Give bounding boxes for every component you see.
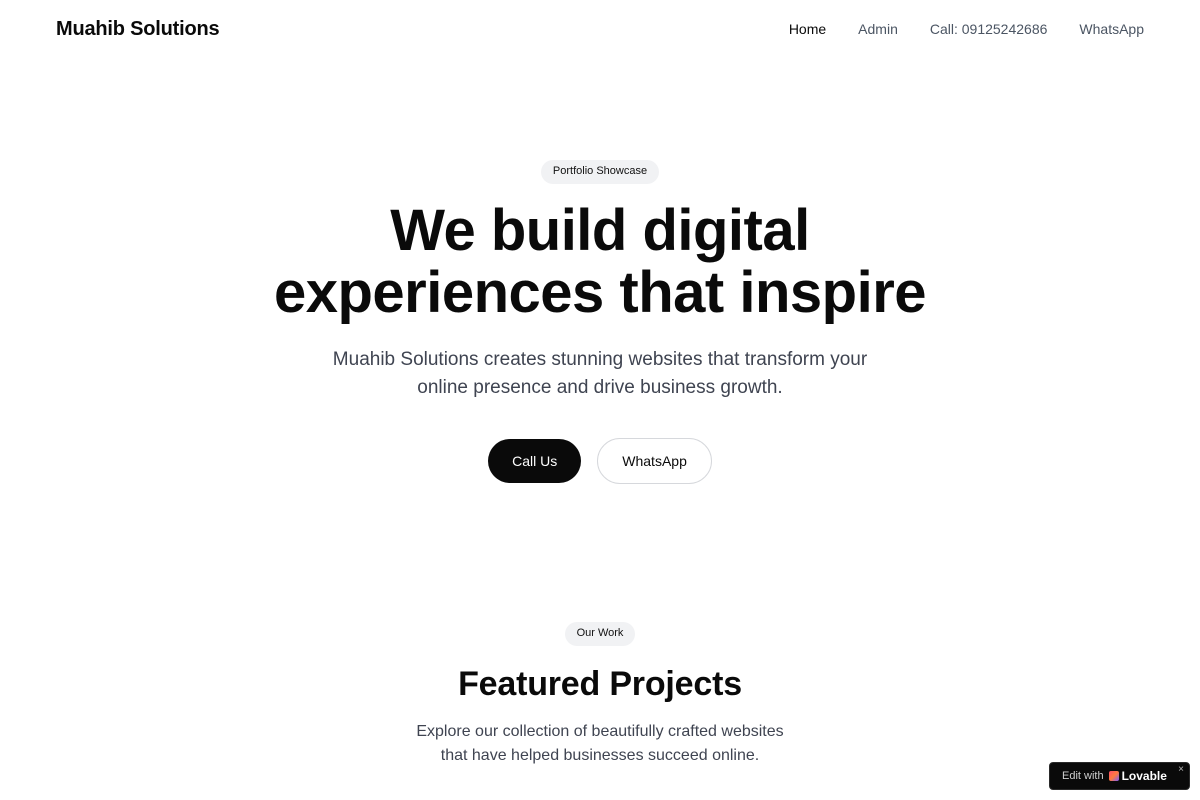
brand-logo-text[interactable]: Muahib Solutions bbox=[56, 18, 220, 41]
hero-subtitle: Muahib Solutions creates stunning websit… bbox=[332, 349, 868, 398]
main-nav: Home Admin Call: 09125242686 WhatsApp bbox=[789, 21, 1144, 37]
hero-cta-group: Call Us WhatsApp bbox=[488, 438, 712, 484]
hero-title: We build digital experiences that inspir… bbox=[150, 200, 1050, 324]
nav-link-home[interactable]: Home bbox=[789, 21, 826, 37]
featured-projects-title: Featured Projects bbox=[458, 665, 742, 703]
featured-projects-subtitle: Explore our collection of beautifully cr… bbox=[416, 723, 784, 764]
hero-section: Portfolio Showcase We build digital expe… bbox=[0, 160, 1200, 484]
lovable-heart-icon bbox=[1108, 771, 1119, 781]
edit-with-lovable-badge[interactable]: Edit with Lovable × bbox=[1049, 762, 1190, 790]
hero-pill-badge: Portfolio Showcase bbox=[540, 160, 660, 184]
nav-link-admin[interactable]: Admin bbox=[858, 21, 898, 37]
hero-title-line-2: experiences that inspire bbox=[273, 260, 927, 325]
close-icon[interactable]: × bbox=[1178, 765, 1184, 775]
whatsapp-button[interactable]: WhatsApp bbox=[597, 438, 712, 484]
page: Muahib Solutions Home Admin Call: 091252… bbox=[0, 0, 1200, 800]
badge-brand-text: Lovable bbox=[1121, 769, 1167, 783]
nav-link-whatsapp[interactable]: WhatsApp bbox=[1079, 21, 1144, 37]
badge-prefix-text: Edit with bbox=[1062, 770, 1104, 782]
hero-title-line-1: We build digital bbox=[390, 198, 810, 263]
featured-projects-section: Our Work Featured Projects Explore our c… bbox=[0, 622, 1200, 768]
top-navbar: Muahib Solutions Home Admin Call: 091252… bbox=[0, 0, 1200, 60]
call-us-button[interactable]: Call Us bbox=[488, 439, 582, 483]
nav-link-call[interactable]: Call: 09125242686 bbox=[930, 21, 1048, 37]
our-work-pill-badge: Our Work bbox=[564, 622, 636, 646]
